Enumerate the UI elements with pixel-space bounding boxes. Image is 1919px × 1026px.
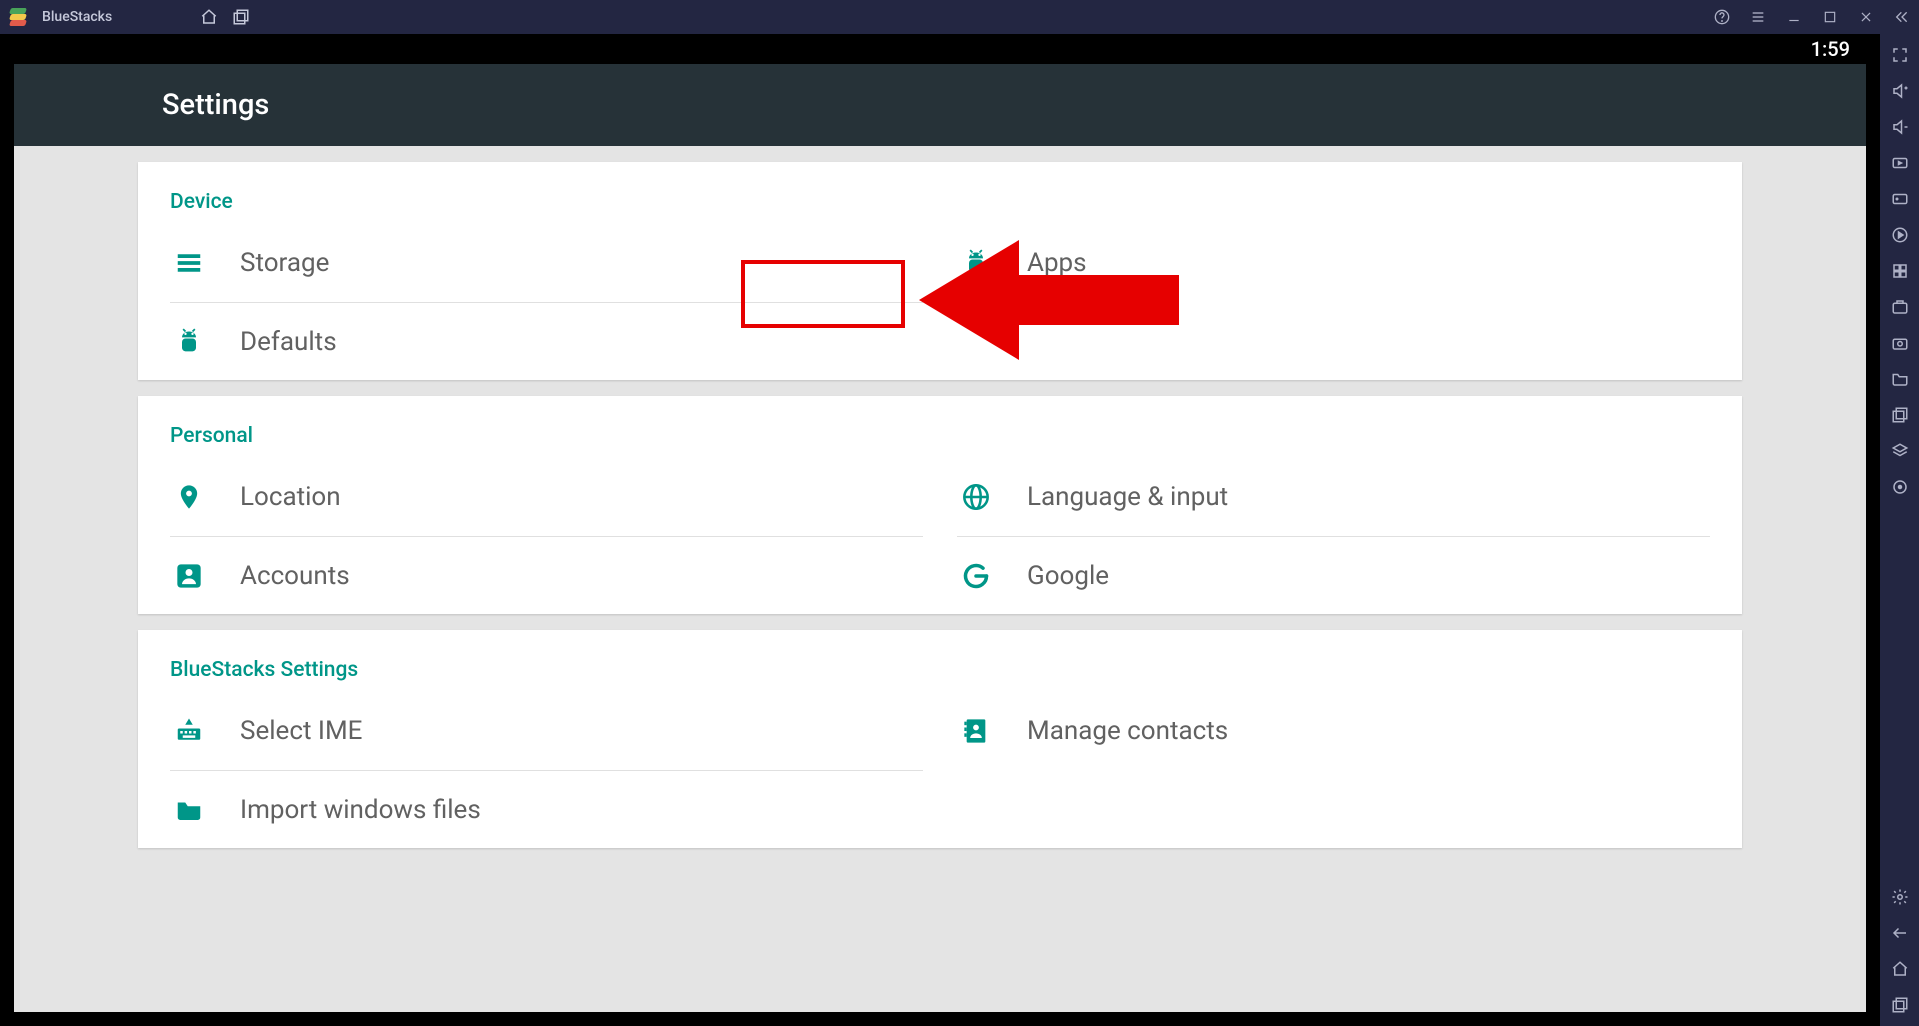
app-title: BlueStacks — [42, 9, 112, 25]
nav-home-icon[interactable] — [1889, 958, 1911, 980]
location-tool-icon[interactable] — [1889, 476, 1911, 498]
titlebar-left: BlueStacks — [8, 7, 250, 27]
android-statusbar: 1:59 — [14, 34, 1866, 64]
storage-icon — [174, 248, 204, 278]
stream-icon[interactable] — [1889, 188, 1911, 210]
screenshot-icon[interactable] — [1889, 332, 1911, 354]
settings-item-accounts[interactable]: Accounts — [170, 536, 923, 614]
globe-icon — [961, 482, 991, 512]
device-section: Device Storage Apps — [138, 162, 1742, 380]
nav-recent-icon[interactable] — [1889, 994, 1911, 1016]
settings-header: Settings — [14, 64, 1866, 146]
settings-item-label: Google — [1027, 561, 1109, 591]
maximize-icon[interactable] — [1821, 8, 1839, 26]
clipboard-icon[interactable] — [1889, 404, 1911, 426]
settings-item-label: Import windows files — [240, 795, 481, 825]
page-title: Settings — [162, 88, 269, 122]
close-icon[interactable] — [1857, 8, 1875, 26]
home-icon[interactable] — [200, 8, 218, 26]
location-pin-icon — [174, 482, 204, 512]
statusbar-time: 1:59 — [1811, 37, 1850, 61]
settings-item-storage[interactable]: Storage — [170, 224, 923, 302]
nav-back-icon[interactable] — [1889, 922, 1911, 944]
settings-item-label: Manage contacts — [1027, 716, 1228, 746]
settings-item-label: Defaults — [240, 327, 337, 357]
collapse-sidebar-icon[interactable] — [1893, 8, 1911, 26]
minimize-icon[interactable] — [1785, 8, 1803, 26]
titlebar: BlueStacks — [0, 0, 1919, 34]
personal-section-title: Personal — [170, 396, 1710, 458]
folder-open-icon — [174, 795, 204, 825]
android-icon — [174, 327, 204, 357]
menu-icon[interactable] — [1749, 8, 1767, 26]
device-section-title: Device — [170, 162, 1710, 224]
bluestacks-section-title: BlueStacks Settings — [170, 630, 1710, 692]
google-icon — [961, 561, 991, 591]
folder-icon[interactable] — [1889, 368, 1911, 390]
macro-icon[interactable] — [1889, 224, 1911, 246]
settings-item-label: Apps — [1027, 248, 1087, 278]
settings-item-defaults[interactable]: Defaults — [170, 302, 923, 380]
keyboard-icon — [174, 716, 204, 746]
titlebar-right — [1713, 8, 1911, 26]
account-box-icon — [174, 561, 204, 591]
bluestacks-section: BlueStacks Settings Select IME Manage co… — [138, 630, 1742, 848]
multi-window-icon[interactable] — [232, 8, 250, 26]
android-viewport: 1:59 Settings Device Storage Apps — [0, 34, 1880, 1026]
settings-content: Device Storage Apps — [14, 146, 1866, 1012]
settings-item-location[interactable]: Location — [170, 458, 923, 536]
settings-item-label: Select IME — [240, 716, 362, 746]
settings-item-google[interactable]: Google — [957, 536, 1710, 614]
settings-item-label: Accounts — [240, 561, 350, 591]
contacts-icon — [961, 716, 991, 746]
settings-item-apps[interactable]: Apps — [957, 224, 1710, 302]
fullscreen-icon[interactable] — [1889, 44, 1911, 66]
settings-item-import-files[interactable]: Import windows files — [170, 770, 923, 848]
apk-install-icon[interactable] — [1889, 296, 1911, 318]
app-logo-icon — [8, 7, 28, 27]
keymapping-icon[interactable] — [1889, 152, 1911, 174]
android-icon — [961, 248, 991, 278]
layers-icon[interactable] — [1889, 440, 1911, 462]
settings-item-label: Storage — [240, 248, 329, 278]
settings-item-select-ime[interactable]: Select IME — [170, 692, 923, 770]
multi-instance-icon[interactable] — [1889, 260, 1911, 282]
settings-item-manage-contacts[interactable]: Manage contacts — [957, 692, 1710, 770]
personal-section: Personal Location Language & input — [138, 396, 1742, 614]
settings-gear-icon[interactable] — [1889, 886, 1911, 908]
help-icon[interactable] — [1713, 8, 1731, 26]
settings-item-label: Location — [240, 482, 341, 512]
right-toolbar — [1880, 34, 1919, 1026]
settings-item-label: Language & input — [1027, 482, 1228, 512]
settings-item-language[interactable]: Language & input — [957, 458, 1710, 536]
volume-down-icon[interactable] — [1889, 116, 1911, 138]
volume-up-icon[interactable] — [1889, 80, 1911, 102]
